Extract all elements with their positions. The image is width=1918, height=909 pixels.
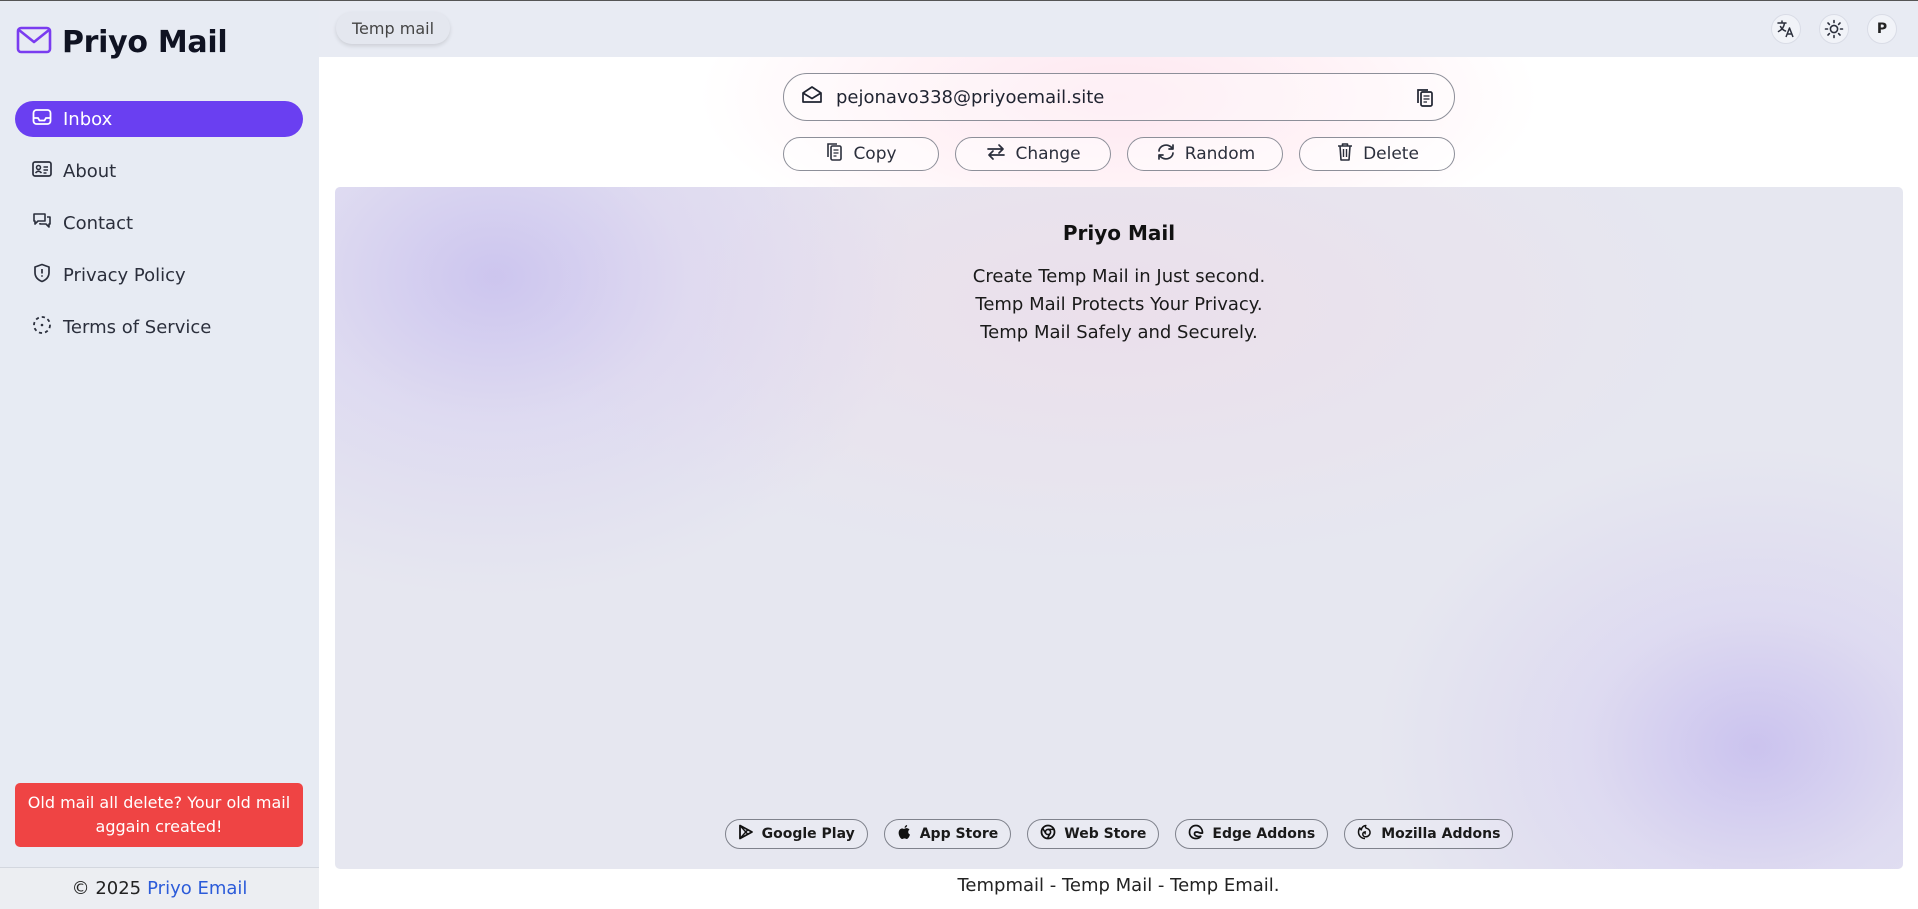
description-line: Temp Mail Safely and Securely. bbox=[980, 322, 1258, 343]
mozilla-addons-label: Mozilla Addons bbox=[1381, 826, 1501, 842]
chat-icon bbox=[31, 210, 53, 237]
brand-title: Priyo Mail bbox=[62, 24, 228, 60]
google-play-label: Google Play bbox=[761, 826, 855, 842]
sidebar-footer: © 2025 Priyo Email bbox=[0, 867, 319, 909]
sun-icon[interactable] bbox=[1819, 14, 1849, 44]
alert-banner: Old mail all delete? Your old mail aggai… bbox=[15, 783, 303, 847]
main-area: pejonavo338@priyoemail.site Copy Change bbox=[319, 57, 1918, 909]
firefox-icon bbox=[1357, 824, 1373, 844]
email-address-field[interactable]: pejonavo338@priyoemail.site bbox=[783, 73, 1455, 121]
trash-icon bbox=[1335, 141, 1355, 168]
copyright-text: © 2025 bbox=[71, 878, 142, 899]
inbox-description: Create Temp Mail in Just second. Temp Ma… bbox=[335, 263, 1903, 347]
sidebar-item-terms-of-service[interactable]: Terms of Service bbox=[15, 309, 303, 345]
tab-temp-mail[interactable]: Temp mail bbox=[336, 12, 451, 44]
email-section: pejonavo338@priyoemail.site Copy Change bbox=[319, 57, 1918, 187]
app-store-button[interactable]: App Store bbox=[883, 819, 1012, 849]
change-button[interactable]: Change bbox=[955, 137, 1111, 171]
email-actions: Copy Change Random Delete bbox=[783, 137, 1455, 171]
sidebar-item-label: Inbox bbox=[63, 108, 113, 130]
app-store-label: App Store bbox=[919, 826, 999, 842]
swap-arrows-icon bbox=[985, 142, 1007, 167]
sidebar-item-label: Terms of Service bbox=[63, 316, 212, 338]
google-play-button[interactable]: Google Play bbox=[724, 819, 868, 849]
id-card-icon bbox=[31, 158, 53, 185]
sidebar: Priyo Mail Inbox About Contact Privacy P… bbox=[0, 1, 319, 909]
copy-button-label: Copy bbox=[853, 144, 897, 164]
random-button[interactable]: Random bbox=[1127, 137, 1283, 171]
inbox-icon bbox=[31, 106, 53, 133]
envelope-open-icon bbox=[800, 83, 824, 111]
refresh-icon bbox=[1155, 142, 1177, 167]
copy-button[interactable]: Copy bbox=[783, 137, 939, 171]
store-links: Google Play App Store Web Store Edge Add… bbox=[335, 819, 1903, 849]
main-footer: Tempmail - Temp Mail - Temp Email. bbox=[957, 875, 1280, 896]
delete-button-label: Delete bbox=[1363, 144, 1419, 164]
chrome-icon bbox=[1040, 824, 1056, 844]
copy-icon bbox=[825, 141, 845, 168]
inbox-title: Priyo Mail bbox=[1062, 221, 1176, 245]
edge-icon bbox=[1188, 824, 1204, 844]
email-address: pejonavo338@priyoemail.site bbox=[836, 86, 1105, 108]
sidebar-item-about[interactable]: About bbox=[15, 153, 303, 189]
sidebar-item-inbox[interactable]: Inbox bbox=[15, 101, 303, 137]
description-line: Create Temp Mail in Just second. bbox=[972, 266, 1266, 287]
sidebar-item-contact[interactable]: Contact bbox=[15, 205, 303, 241]
user-avatar[interactable]: P bbox=[1867, 14, 1897, 44]
sidebar-item-label: Privacy Policy bbox=[63, 264, 186, 286]
sidebar-item-label: Contact bbox=[63, 212, 134, 234]
delete-button[interactable]: Delete bbox=[1299, 137, 1455, 171]
change-button-label: Change bbox=[1015, 144, 1081, 164]
mail-logo-icon bbox=[16, 25, 52, 59]
priyo-email-link[interactable]: Priyo Email bbox=[147, 878, 247, 899]
edge-addons-label: Edge Addons bbox=[1212, 826, 1316, 842]
translate-icon[interactable] bbox=[1771, 14, 1801, 44]
description-line: Temp Mail Protects Your Privacy. bbox=[975, 294, 1263, 315]
topbar: Temp mail P bbox=[319, 1, 1918, 57]
mozilla-addons-button[interactable]: Mozilla Addons bbox=[1344, 819, 1514, 849]
sidebar-item-label: About bbox=[63, 160, 117, 182]
web-store-label: Web Store bbox=[1064, 826, 1147, 842]
brand[interactable]: Priyo Mail bbox=[16, 23, 228, 61]
inbox-panel: Priyo Mail Create Temp Mail in Just seco… bbox=[335, 187, 1903, 869]
sidebar-item-privacy-policy[interactable]: Privacy Policy bbox=[15, 257, 303, 293]
shield-icon bbox=[31, 262, 53, 289]
dashed-circle-icon bbox=[31, 314, 53, 341]
google-play-icon bbox=[738, 824, 754, 844]
edge-addons-button[interactable]: Edge Addons bbox=[1175, 819, 1329, 849]
avatar-initial: P bbox=[1876, 21, 1888, 37]
sidebar-nav: Inbox About Contact Privacy Policy Terms… bbox=[15, 101, 303, 361]
random-button-label: Random bbox=[1184, 144, 1256, 164]
copy-email-icon[interactable] bbox=[1414, 86, 1436, 114]
web-store-button[interactable]: Web Store bbox=[1027, 819, 1160, 849]
apple-icon bbox=[897, 824, 912, 845]
